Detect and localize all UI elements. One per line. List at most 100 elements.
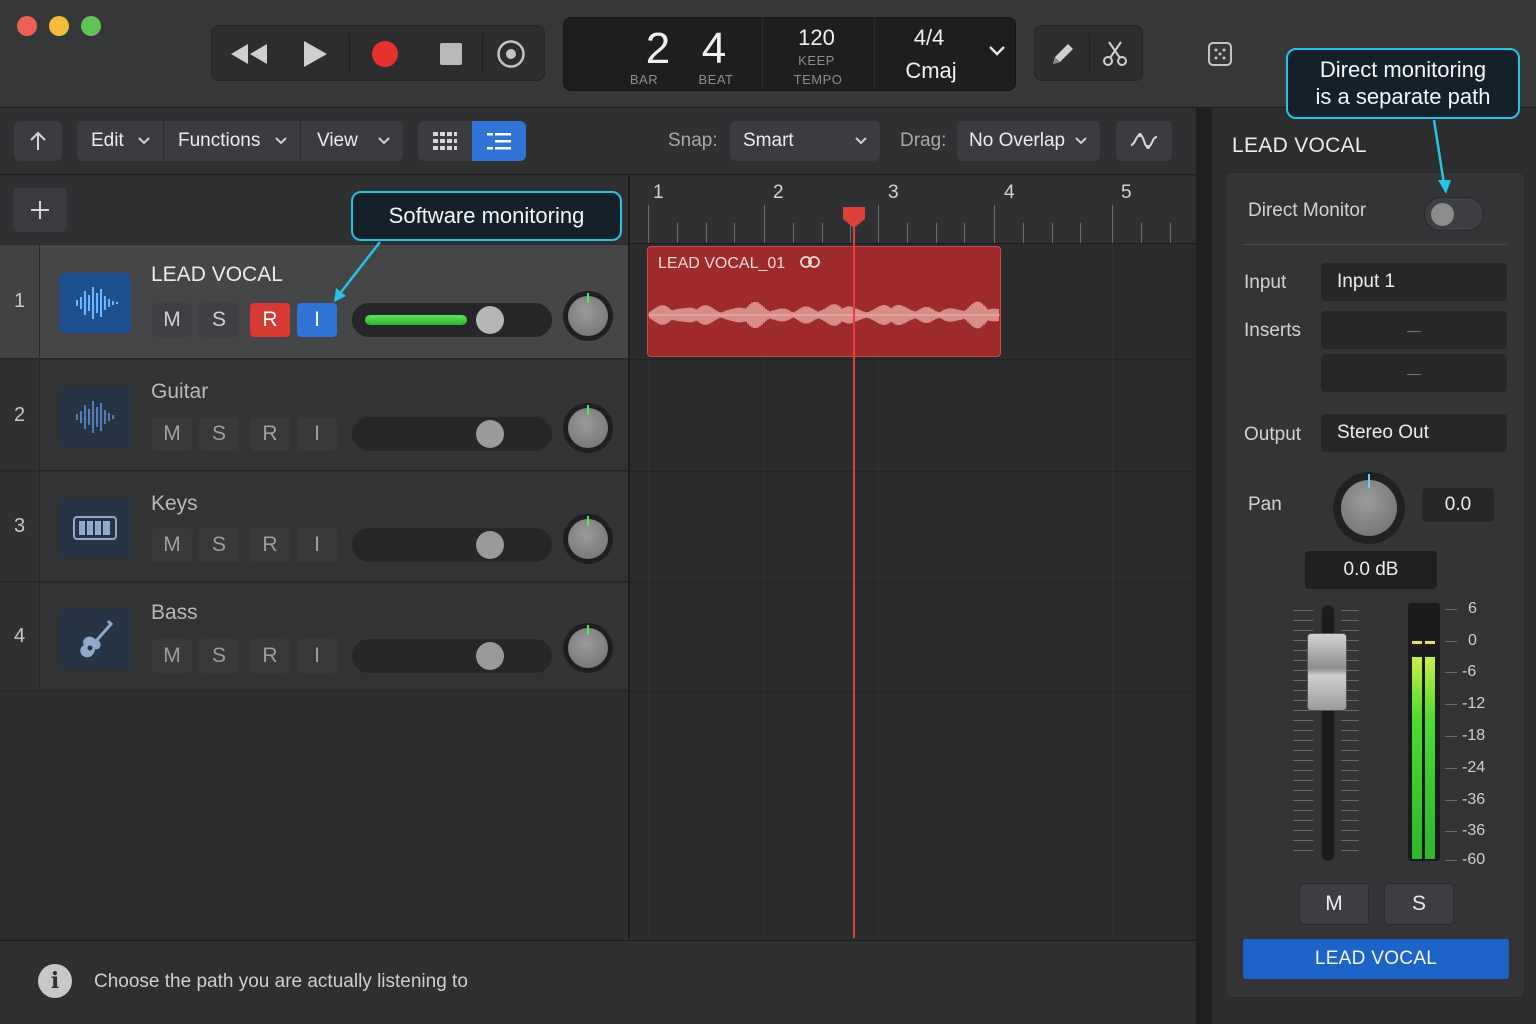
input-monitoring-button[interactable]: I — [297, 303, 337, 337]
mute-button[interactable]: M — [152, 303, 192, 337]
track-row[interactable]: 4 Bass M S R I — [0, 583, 628, 691]
solo-button[interactable]: S — [199, 417, 239, 451]
callout-software-monitoring: Software monitoring — [351, 191, 622, 241]
track-header-empty-area[interactable] — [0, 692, 628, 938]
chevron-down-icon — [1075, 137, 1087, 145]
mute-button[interactable]: M — [152, 528, 192, 562]
insert-slot[interactable]: — — [1321, 311, 1507, 349]
list-view-button[interactable] — [472, 121, 526, 161]
automation-button[interactable] — [1116, 121, 1172, 161]
track-name[interactable]: Guitar — [151, 380, 208, 404]
volume-handle[interactable] — [476, 420, 504, 448]
volume-slider[interactable] — [352, 303, 552, 337]
channel-name-bar[interactable]: LEAD VOCAL — [1243, 939, 1509, 979]
fader-tick — [1293, 770, 1313, 771]
audio-region[interactable]: LEAD VOCAL_01 — [647, 246, 1001, 357]
mute-button[interactable]: M — [1299, 883, 1369, 925]
pencil-tool-button[interactable] — [1049, 40, 1077, 73]
view-menu[interactable]: View — [301, 121, 403, 161]
lcd-display[interactable]: 2 BAR 4 BEAT 120 KEEP TEMPO 4/4 Cmaj — [563, 17, 1016, 91]
minimize-window-button[interactable] — [49, 16, 69, 36]
pan-knob[interactable] — [563, 514, 613, 564]
stop-button[interactable] — [426, 26, 476, 82]
play-button[interactable] — [290, 26, 340, 82]
meter-peak — [1412, 641, 1422, 644]
fader-tick — [1341, 760, 1359, 761]
input-monitoring-button[interactable]: I — [297, 528, 337, 562]
insert-slot[interactable]: — — [1321, 354, 1507, 392]
track-lane[interactable] — [630, 472, 1196, 583]
add-track-button[interactable] — [13, 188, 67, 232]
playhead-line[interactable] — [853, 220, 855, 938]
volume-slider[interactable] — [352, 528, 552, 562]
volume-slider[interactable] — [352, 417, 552, 451]
drag-value: No Overlap — [969, 130, 1066, 151]
edit-menu[interactable]: Edit — [77, 121, 163, 161]
fader-tick — [1341, 730, 1359, 731]
track-row[interactable]: 1 LEAD VOCAL M S R I — [0, 245, 628, 359]
up-level-button[interactable] — [14, 121, 62, 161]
bar-ruler[interactable]: 1 2 3 4 5 — [630, 176, 1196, 244]
tempo-label: TEMPO — [793, 72, 843, 87]
track-lane[interactable] — [630, 583, 1196, 692]
ruler-tick — [994, 205, 995, 243]
pan-knob[interactable] — [563, 403, 613, 453]
pan-knob[interactable] — [563, 623, 613, 673]
pan-knob[interactable] — [563, 291, 613, 341]
bar-number: 4 — [1004, 182, 1015, 203]
gain-value[interactable]: 0.0 dB — [1305, 551, 1437, 589]
record-enable-button[interactable]: R — [250, 528, 290, 562]
close-window-button[interactable] — [17, 16, 37, 36]
direct-monitor-toggle[interactable] — [1424, 197, 1484, 231]
zoom-window-button[interactable] — [81, 16, 101, 36]
pan-knob[interactable] — [1333, 472, 1405, 544]
fader-tick — [1293, 740, 1313, 741]
mute-button[interactable]: M — [152, 417, 192, 451]
divider — [349, 34, 350, 74]
cycle-button[interactable] — [486, 26, 536, 82]
direct-monitor-label: Direct Monitor — [1248, 200, 1367, 221]
grid-view-button[interactable] — [418, 121, 472, 161]
input-monitoring-button[interactable]: I — [297, 639, 337, 673]
scissors-tool-button[interactable] — [1101, 40, 1129, 73]
track-row[interactable]: 3 Keys M S R I — [0, 472, 628, 582]
db-tick — [1445, 641, 1457, 642]
track-name[interactable]: Bass — [151, 601, 198, 625]
input-selector[interactable]: Input 1 — [1321, 263, 1507, 301]
solo-button[interactable]: S — [199, 303, 239, 337]
track-name[interactable]: LEAD VOCAL — [151, 263, 283, 287]
input-monitoring-button[interactable]: I — [297, 417, 337, 451]
volume-handle[interactable] — [476, 306, 504, 334]
snap-dropdown[interactable]: Smart — [730, 121, 880, 161]
record-enable-button[interactable]: R — [250, 639, 290, 673]
db-tick — [1445, 704, 1457, 705]
track-lane[interactable] — [630, 360, 1196, 472]
record-enable-button[interactable]: R — [250, 417, 290, 451]
volume-handle[interactable] — [476, 642, 504, 670]
mute-button[interactable]: M — [152, 639, 192, 673]
chevron-down-icon — [378, 137, 390, 145]
solo-button[interactable]: S — [199, 639, 239, 673]
record-enable-button[interactable]: R — [250, 303, 290, 337]
volume-handle[interactable] — [476, 531, 504, 559]
volume-slider[interactable] — [352, 639, 552, 673]
drag-dropdown[interactable]: No Overlap — [957, 121, 1100, 161]
ruler-tick — [964, 223, 966, 243]
solo-button[interactable]: S — [199, 528, 239, 562]
lcd-menu-button[interactable] — [988, 44, 1006, 62]
record-button[interactable] — [360, 26, 410, 82]
pencil-icon — [1053, 44, 1073, 64]
output-selector[interactable]: Stereo Out — [1321, 414, 1507, 452]
rewind-button[interactable] — [224, 26, 274, 82]
ruler-tick — [935, 223, 937, 243]
pan-value[interactable]: 0.0 — [1422, 488, 1494, 522]
volume-fader-handle[interactable] — [1307, 633, 1347, 711]
track-row[interactable]: 2 Guitar M S R I — [0, 360, 628, 471]
browser-button[interactable] — [1206, 40, 1234, 68]
record-icon — [372, 41, 398, 67]
ruler-tick — [1080, 223, 1082, 243]
functions-menu[interactable]: Functions — [164, 121, 300, 161]
track-name[interactable]: Keys — [151, 492, 198, 516]
playhead-marker[interactable] — [841, 205, 867, 229]
solo-button[interactable]: S — [1384, 883, 1454, 925]
